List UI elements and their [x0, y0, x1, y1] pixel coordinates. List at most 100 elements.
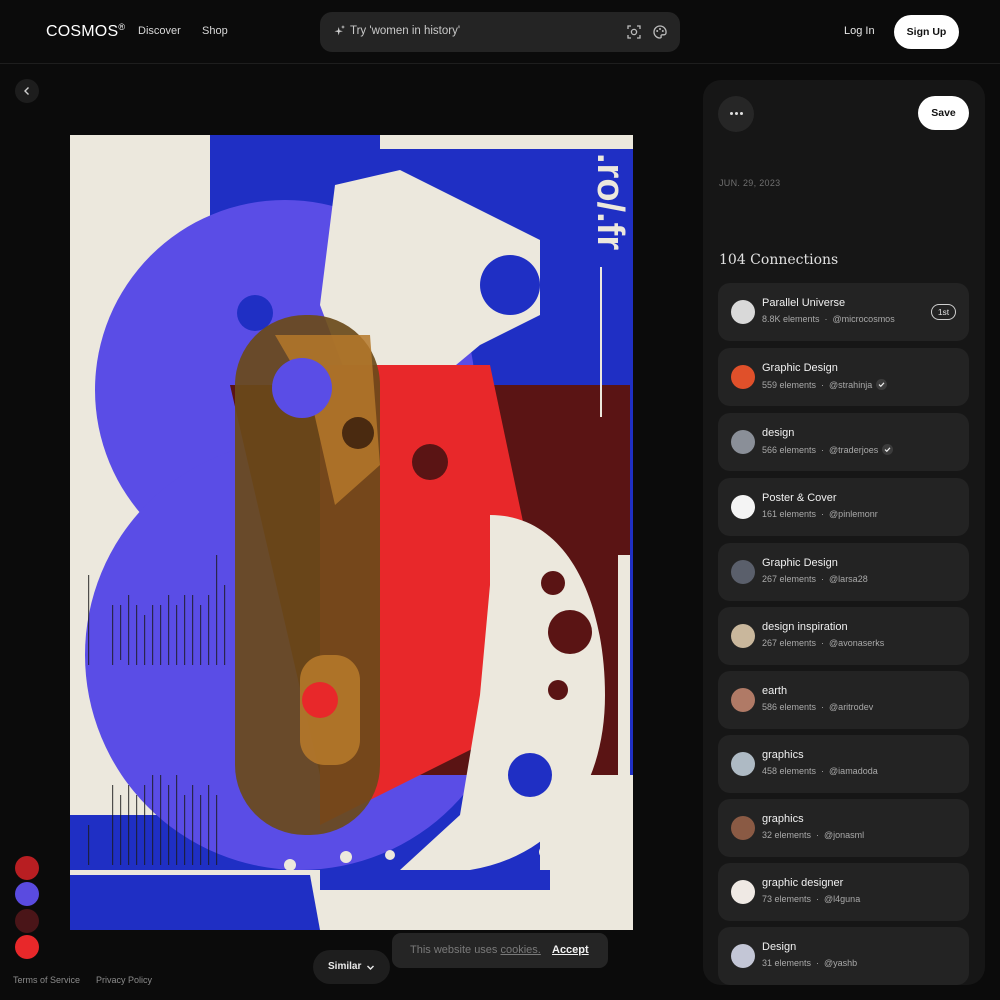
- collection-meta: 559 elements · @strahinja: [762, 379, 888, 390]
- separator-dot: ·: [824, 314, 828, 324]
- signup-button[interactable]: Sign Up: [894, 15, 959, 49]
- collection-meta: 161 elements · @pinlemonr: [762, 509, 878, 519]
- owner-handle[interactable]: @jonasml: [824, 830, 864, 840]
- collection-avatar: [731, 624, 755, 648]
- accept-cookies-button[interactable]: Accept: [552, 944, 589, 956]
- collection-avatar: [731, 560, 755, 584]
- owner-handle[interactable]: @traderjoes: [829, 445, 878, 455]
- owner-handle[interactable]: @avonaserks: [829, 638, 884, 648]
- collection-name: graphic designer: [762, 877, 844, 889]
- palette-swatch-1[interactable]: [15, 856, 39, 880]
- connection-card[interactable]: Poster & Cover 161 elements · @pinlemonr: [718, 478, 969, 536]
- collection-name: Graphic Design: [762, 362, 838, 374]
- connection-card[interactable]: design inspiration 267 elements · @avonaser…: [718, 607, 969, 665]
- more-dot: [730, 112, 733, 115]
- owner-handle[interactable]: @microcosmos: [833, 314, 895, 324]
- palette-swatch-4[interactable]: [15, 935, 39, 959]
- cookie-message: This website uses cookies.: [410, 944, 541, 956]
- collection-meta: 8.8K elements · @microcosmos: [762, 314, 895, 324]
- collection-avatar: [731, 300, 755, 324]
- save-button[interactable]: Save: [918, 96, 969, 130]
- terms-link[interactable]: Terms of Service: [13, 975, 80, 985]
- similar-label: Similar: [328, 961, 362, 972]
- element-count: 586 elements: [762, 702, 817, 712]
- artwork-image[interactable]: .ro/.fr: [70, 135, 633, 930]
- connection-card[interactable]: graphics 32 elements · @jonasml: [718, 799, 969, 857]
- separator-dot: ·: [821, 702, 825, 712]
- connection-card[interactable]: graphics 458 elements · @iamadoda: [718, 735, 969, 793]
- back-button[interactable]: [15, 79, 39, 103]
- element-count: 161 elements: [762, 509, 817, 519]
- collection-meta: 31 elements · @yashb: [762, 958, 857, 968]
- element-count: 566 elements: [762, 445, 817, 455]
- collection-avatar: [731, 430, 755, 454]
- search-input[interactable]: Try 'women in history': [350, 25, 460, 37]
- verified-icon: [882, 444, 894, 455]
- logo-mark: ®: [118, 22, 126, 32]
- nav-discover[interactable]: Discover: [138, 25, 181, 37]
- collection-name: Design: [762, 941, 797, 953]
- collection-name: Graphic Design: [762, 557, 838, 569]
- owner-handle[interactable]: @iamadoda: [829, 766, 878, 776]
- connection-card[interactable]: Graphic Design 559 elements · @strahinja: [718, 348, 969, 406]
- connection-card[interactable]: Graphic Design 267 elements · @larsa28: [718, 543, 969, 601]
- details-panel: Save JUN. 29, 2023 104 Connections Paral…: [703, 80, 985, 985]
- element-count: 8.8K elements: [762, 314, 820, 324]
- collection-meta: 73 elements · @l4guna: [762, 894, 860, 904]
- element-count: 559 elements: [762, 380, 817, 390]
- palette-swatch-3[interactable]: [15, 909, 39, 933]
- collection-avatar: [731, 365, 755, 389]
- poster-lettering: .ro/.fr: [589, 153, 631, 250]
- more-dot: [735, 112, 738, 115]
- logo-text: COSMOS: [46, 23, 119, 40]
- connection-card[interactable]: graphic designer 73 elements · @l4guna: [718, 863, 969, 921]
- visual-search-icon[interactable]: [626, 24, 642, 40]
- separator-dot: ·: [821, 380, 825, 390]
- collection-meta: 586 elements · @aritrodev: [762, 702, 873, 712]
- collection-avatar: [731, 752, 755, 776]
- more-options-button[interactable]: [718, 96, 754, 132]
- login-link[interactable]: Log In: [844, 25, 875, 37]
- top-bar: COSMOS® Discover Shop Try 'women in hist…: [0, 0, 1000, 64]
- collection-meta: 267 elements · @larsa28: [762, 574, 868, 584]
- more-dot: [740, 112, 743, 115]
- separator-dot: ·: [821, 638, 825, 648]
- collection-name: design inspiration: [762, 621, 848, 633]
- palette-icon[interactable]: [652, 24, 668, 40]
- element-count: 267 elements: [762, 574, 817, 584]
- palette-swatch-2[interactable]: [15, 882, 39, 906]
- element-count: 31 elements: [762, 958, 812, 968]
- chevron-left-icon: [24, 87, 29, 95]
- collection-name: graphics: [762, 749, 804, 761]
- collection-meta: 458 elements · @iamadoda: [762, 766, 878, 776]
- owner-handle[interactable]: @larsa28: [829, 574, 868, 584]
- collection-name: Parallel Universe: [762, 297, 846, 309]
- cookie-text: This website uses: [410, 944, 501, 956]
- owner-handle[interactable]: @yashb: [824, 958, 857, 968]
- sparkle-icon: [334, 25, 345, 36]
- collection-avatar: [731, 495, 755, 519]
- nav-shop[interactable]: Shop: [202, 25, 228, 37]
- connection-card[interactable]: Design 31 elements · @yashb: [718, 927, 969, 985]
- owner-handle[interactable]: @strahinja: [829, 380, 872, 390]
- collection-avatar: [731, 688, 755, 712]
- collection-name: design: [762, 427, 795, 439]
- privacy-link[interactable]: Privacy Policy: [96, 975, 152, 985]
- collection-avatar: [731, 944, 755, 968]
- connection-card[interactable]: earth 586 elements · @aritrodev: [718, 671, 969, 729]
- connection-card[interactable]: design 566 elements · @traderjoes: [718, 413, 969, 471]
- cosmos-logo[interactable]: COSMOS®: [46, 22, 126, 41]
- search-bar[interactable]: Try 'women in history': [320, 12, 680, 52]
- separator-dot: ·: [821, 509, 825, 519]
- connection-card[interactable]: Parallel Universe 8.8K elements · @microcos…: [718, 283, 969, 341]
- collection-avatar: [731, 816, 755, 840]
- verified-icon: [876, 379, 888, 390]
- owner-handle[interactable]: @l4guna: [824, 894, 860, 904]
- cookies-link[interactable]: cookies.: [500, 944, 540, 956]
- element-count: 267 elements: [762, 638, 817, 648]
- separator-dot: ·: [821, 766, 825, 776]
- owner-handle[interactable]: @pinlemonr: [829, 509, 878, 519]
- owner-handle[interactable]: @aritrodev: [829, 702, 873, 712]
- connections-title: 104 Connections: [719, 252, 839, 268]
- similar-button[interactable]: Similar: [313, 950, 390, 984]
